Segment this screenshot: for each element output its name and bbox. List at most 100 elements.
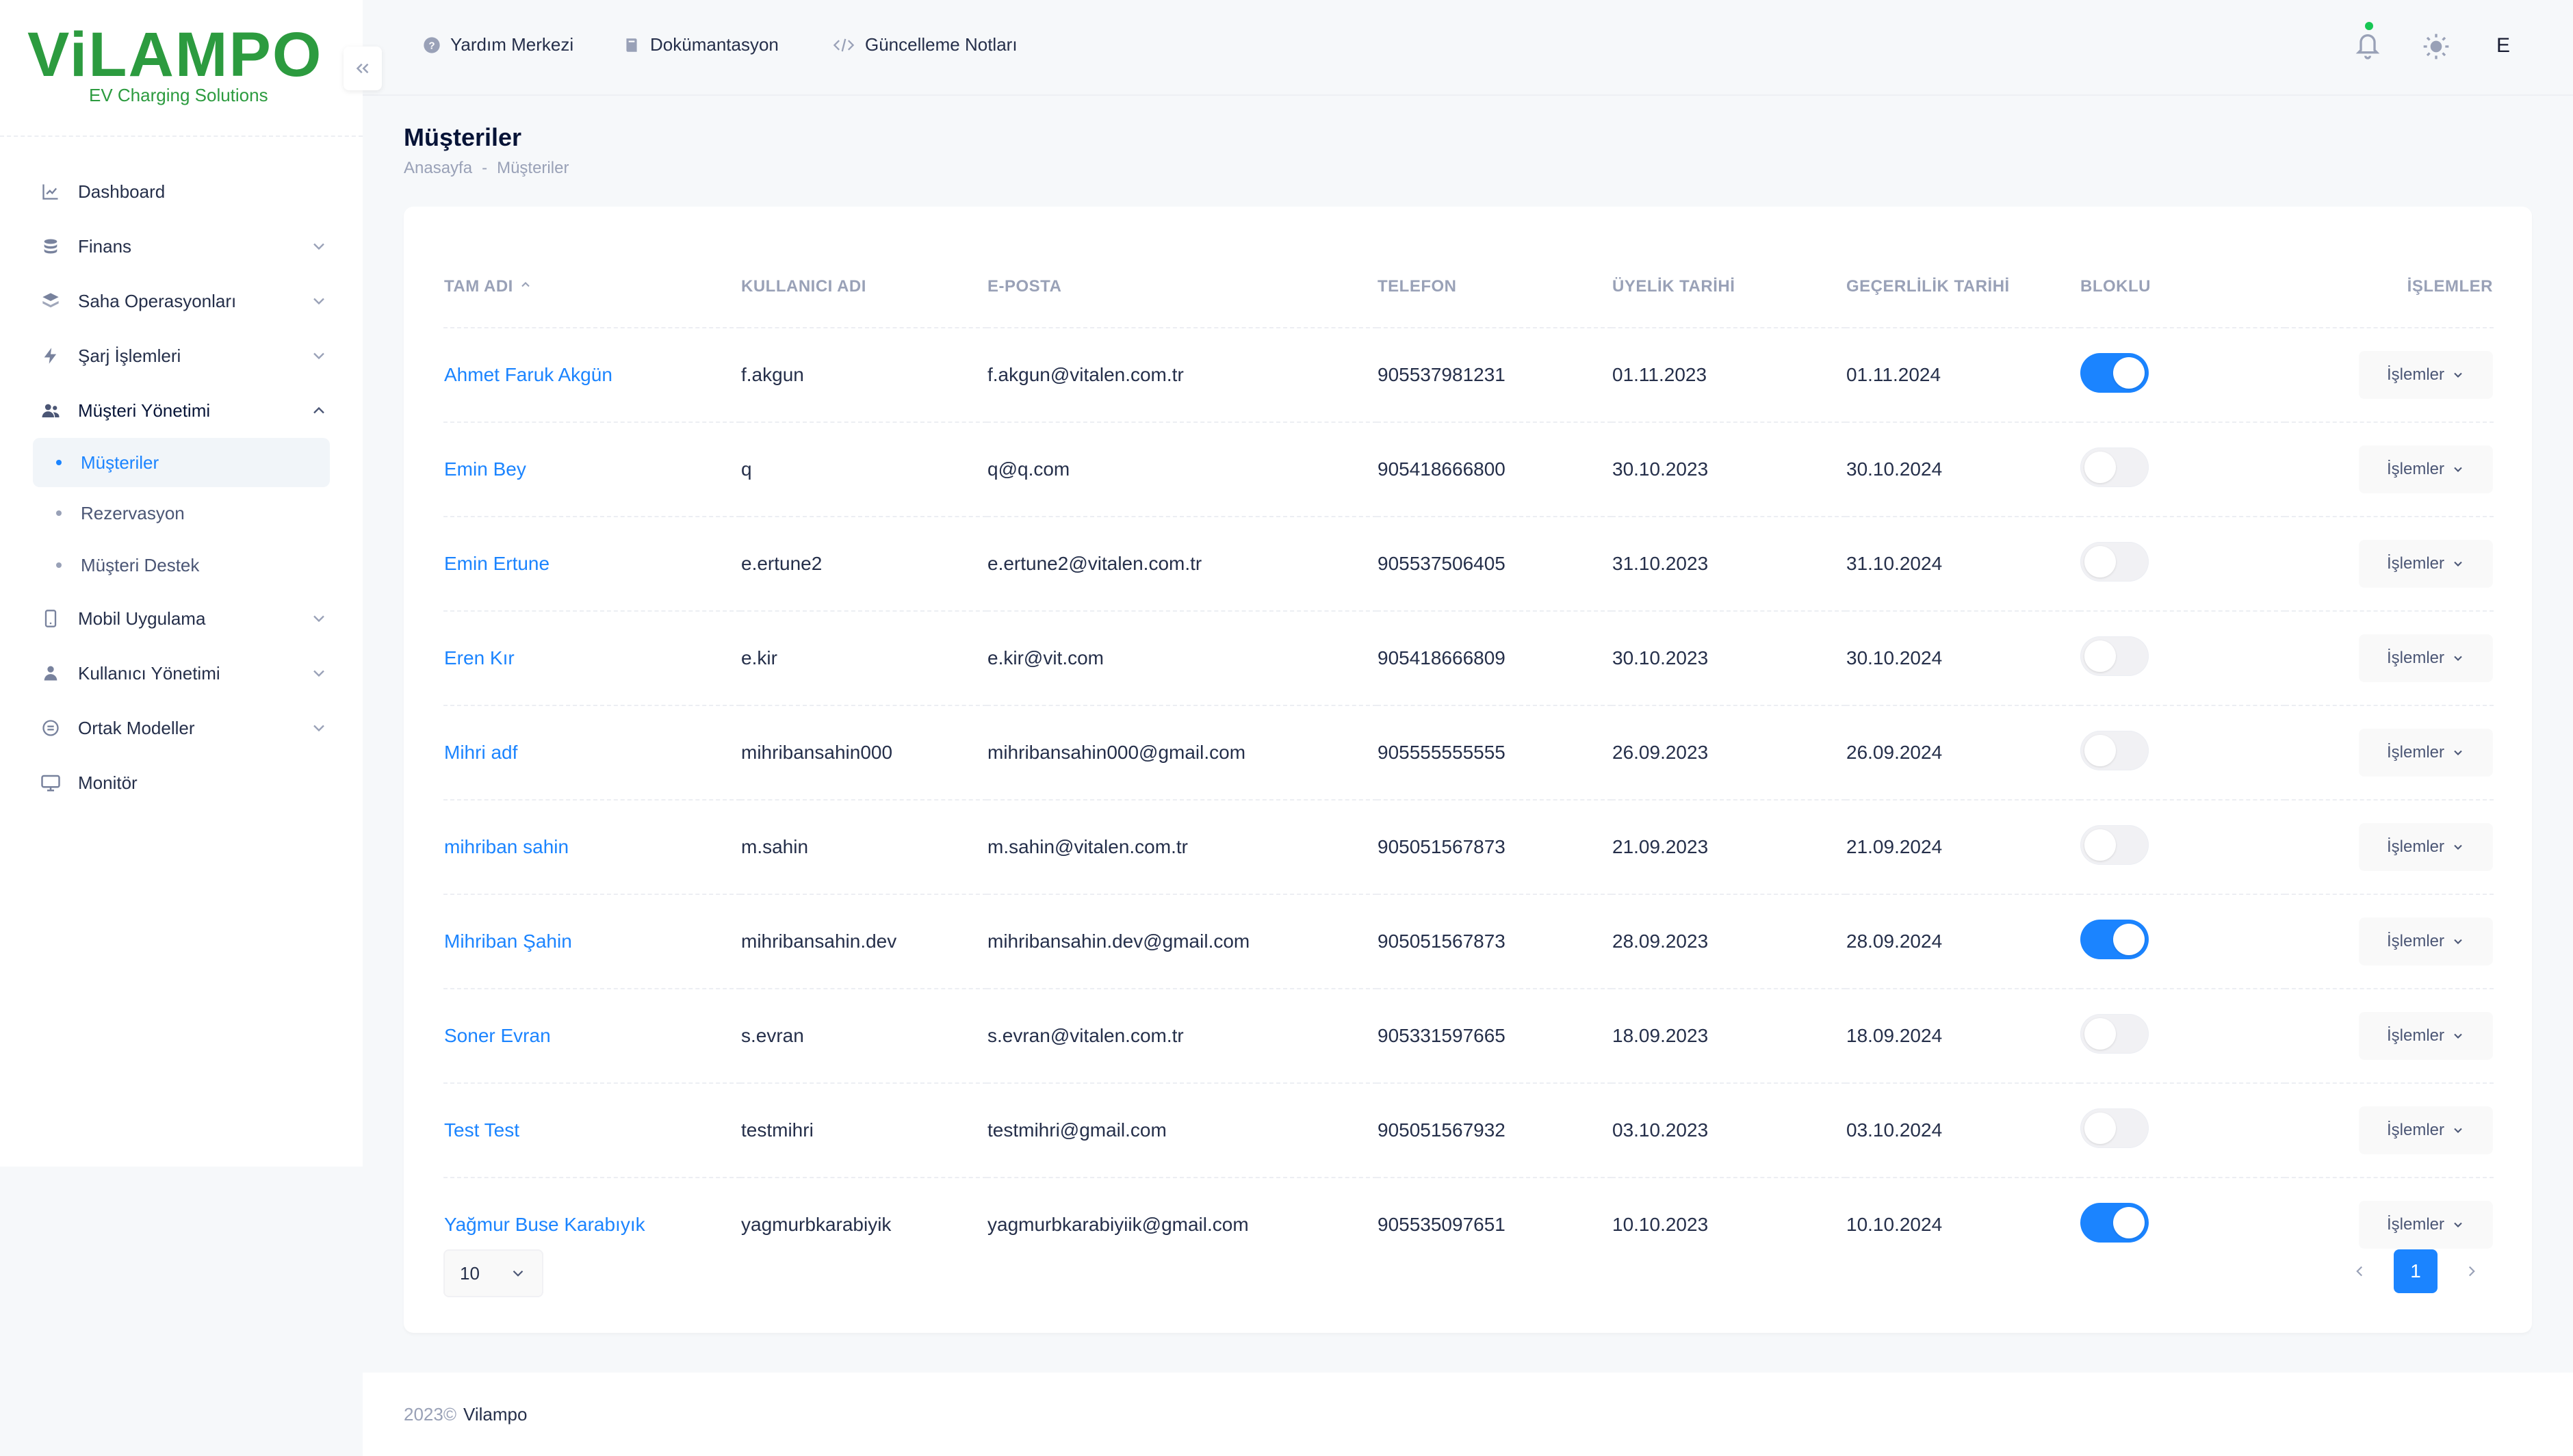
sidebar-item-label: Şarj İşlemleri [78, 345, 181, 366]
email-cell: mihribansahin.dev@gmail.com [987, 894, 1377, 989]
column-header-phone[interactable]: TELEFON [1377, 246, 1612, 328]
prev-page-button[interactable] [2339, 1249, 2380, 1293]
valid-date-cell: 01.11.2024 [1846, 328, 2080, 423]
phone-icon [40, 608, 62, 629]
sidebar-item-sarj-islemleri[interactable]: Şarj İşlemleri [0, 328, 363, 383]
phone-cell: 905535097651 [1378, 1214, 1505, 1235]
actions-dropdown-button[interactable]: İşlemler [2359, 1106, 2493, 1154]
chevron-down-icon [2454, 1033, 2462, 1039]
table-header-row: TAM ADI KULLANICI ADI E-POSTA TELEFON ÜY… [443, 246, 2494, 328]
column-header-full-name[interactable]: TAM ADI [443, 246, 740, 328]
sidebar-item-mobil-uygulama[interactable]: Mobil Uygulama [0, 591, 363, 646]
help-center-link[interactable]: ? Yardım Merkezi [422, 34, 573, 55]
table-row: mihriban sahin m.sahin m.sahin@vitalen.com… [443, 800, 2494, 895]
valid-date-cell: 28.09.2024 [1846, 894, 2080, 989]
user-menu[interactable]: E [2496, 34, 2510, 57]
breadcrumb-home[interactable]: Anasayfa [404, 159, 472, 178]
next-page-button[interactable] [2451, 1249, 2492, 1293]
sidebar-subitem-label: Müşteri Destek [81, 554, 200, 575]
toggle-knob [2084, 829, 2116, 861]
customer-name-link[interactable]: Emin Bey [443, 422, 740, 517]
table-row: Ahmet Faruk Akgün f.akgun f.akgun@vitalen.… [443, 328, 2494, 423]
blocked-toggle[interactable] [2080, 730, 2149, 770]
sidebar-item-saha-operasyonlari[interactable]: Saha Operasyonları [0, 274, 363, 328]
valid-date-cell: 30.10.2024 [1846, 611, 2080, 706]
footer-brand-link[interactable]: Vilampo [463, 1404, 527, 1425]
release-notes-link[interactable]: Güncelleme Notları [831, 34, 1018, 55]
column-header-blocked[interactable]: BLOKLU [2080, 246, 2285, 328]
email-cell: s.evran@vitalen.com.tr [987, 989, 1377, 1084]
actions-cell: İşlemler [2285, 894, 2494, 989]
actions-dropdown-button[interactable]: İşlemler [2359, 729, 2493, 777]
pagination: 1 [2339, 1249, 2492, 1293]
customer-name-link[interactable]: Test Test [443, 1083, 740, 1178]
valid-date-cell: 03.10.2024 [1846, 1083, 2080, 1178]
sidebar-item-dashboard[interactable]: Dashboard [0, 164, 363, 219]
footer: 2023© Vilampo [363, 1373, 2573, 1456]
page-number-button[interactable]: 1 [2394, 1249, 2438, 1293]
circle-list-icon [40, 717, 62, 739]
sidebar-subitem-musteriler[interactable]: Müşteriler [33, 438, 330, 487]
username-cell: q [740, 422, 987, 517]
sidebar-item-label: Müşteri Yönetimi [78, 400, 211, 421]
joined-date-cell: 03.10.2023 [1612, 1083, 1846, 1178]
actions-dropdown-button[interactable]: İşlemler [2359, 445, 2493, 493]
sidebar-item-label: Saha Operasyonları [78, 290, 237, 311]
chevron-down-icon [313, 615, 324, 623]
sidebar-item-musteri-yonetimi[interactable]: Müşteri Yönetimi [0, 383, 363, 438]
joined-date-cell: 31.10.2023 [1612, 517, 1846, 612]
bell-icon[interactable] [2354, 27, 2381, 62]
blocked-toggle[interactable] [2080, 824, 2149, 865]
user-icon [40, 662, 62, 684]
column-header-email[interactable]: E-POSTA [987, 246, 1377, 328]
column-header-username[interactable]: KULLANICI ADI [740, 246, 987, 328]
logo[interactable]: ViLAMPO [27, 23, 322, 86]
customer-name-link[interactable]: Mihri adf [443, 705, 740, 801]
blocked-toggle[interactable] [2080, 636, 2149, 676]
blocked-toggle[interactable] [2080, 1202, 2149, 1243]
sidebar-collapse-button[interactable] [344, 47, 382, 90]
blocked-toggle[interactable] [2080, 447, 2149, 487]
joined-date-cell: 28.09.2023 [1612, 894, 1846, 989]
blocked-toggle[interactable] [2080, 919, 2149, 959]
actions-dropdown-button[interactable]: İşlemler [2359, 1012, 2493, 1060]
breadcrumb-separator: - [482, 159, 488, 177]
username-cell: yagmurbkarabiyik [741, 1214, 892, 1235]
email-cell: mihribansahin000@gmail.com [987, 705, 1377, 801]
blocked-toggle[interactable] [2080, 352, 2149, 393]
customer-name-link[interactable]: Mihriban Şahin [443, 894, 740, 989]
customer-name-link[interactable]: Ahmet Faruk Akgün [443, 328, 740, 423]
actions-dropdown-button[interactable]: İşlemler [2359, 1201, 2493, 1249]
customer-name-link[interactable]: Soner Evran [443, 989, 740, 1084]
blocked-toggle[interactable] [2080, 541, 2149, 582]
sidebar-item-finans[interactable]: Finans [0, 219, 363, 274]
customer-name-link[interactable]: Emin Ertune [443, 517, 740, 612]
actions-dropdown-button[interactable]: İşlemler [2359, 634, 2493, 682]
blocked-toggle[interactable] [2080, 1013, 2149, 1054]
documentation-link[interactable]: Dokümantasyon [621, 34, 779, 55]
sidebar-subitem-rezervasyon[interactable]: Rezervasyon [0, 487, 363, 539]
sidebar-item-monitor[interactable]: Monitör [0, 755, 363, 810]
toggle-knob [2084, 545, 2116, 577]
blocked-toggle[interactable] [2080, 1108, 2149, 1148]
page-size-select[interactable]: 10 [443, 1249, 543, 1297]
email-cell: e.ertune2@vitalen.com.tr [987, 517, 1377, 612]
actions-label: İşlemler [2386, 1215, 2444, 1234]
column-header-joined[interactable]: ÜYELİK TARİHİ [1612, 246, 1846, 328]
sidebar-item-kullanici-yonetimi[interactable]: Kullanıcı Yönetimi [0, 646, 363, 701]
actions-label: İşlemler [2386, 1121, 2444, 1139]
actions-dropdown-button[interactable]: İşlemler [2359, 540, 2493, 588]
chevron-down-icon [313, 243, 324, 250]
sidebar-subitem-musteri-destek[interactable]: Müşteri Destek [0, 539, 363, 591]
column-header-valid[interactable]: GEÇERLİLİK TARİHİ [1846, 246, 2080, 328]
actions-dropdown-button[interactable]: İşlemler [2359, 823, 2493, 871]
actions-label: İşlemler [2386, 932, 2444, 950]
actions-dropdown-button[interactable]: İşlemler [2359, 918, 2493, 965]
topbar: ? Yardım Merkezi Dokümantasyon Güncellem… [363, 0, 2573, 96]
actions-dropdown-button[interactable]: İşlemler [2359, 351, 2493, 399]
customer-name-link[interactable]: Eren Kır [443, 611, 740, 706]
customer-name-link[interactable]: mihriban sahin [443, 800, 740, 895]
theme-toggle-icon[interactable] [2422, 33, 2450, 60]
sidebar-item-ortak-modeller[interactable]: Ortak Modeller [0, 701, 363, 755]
blocked-cell [2080, 989, 2285, 1084]
